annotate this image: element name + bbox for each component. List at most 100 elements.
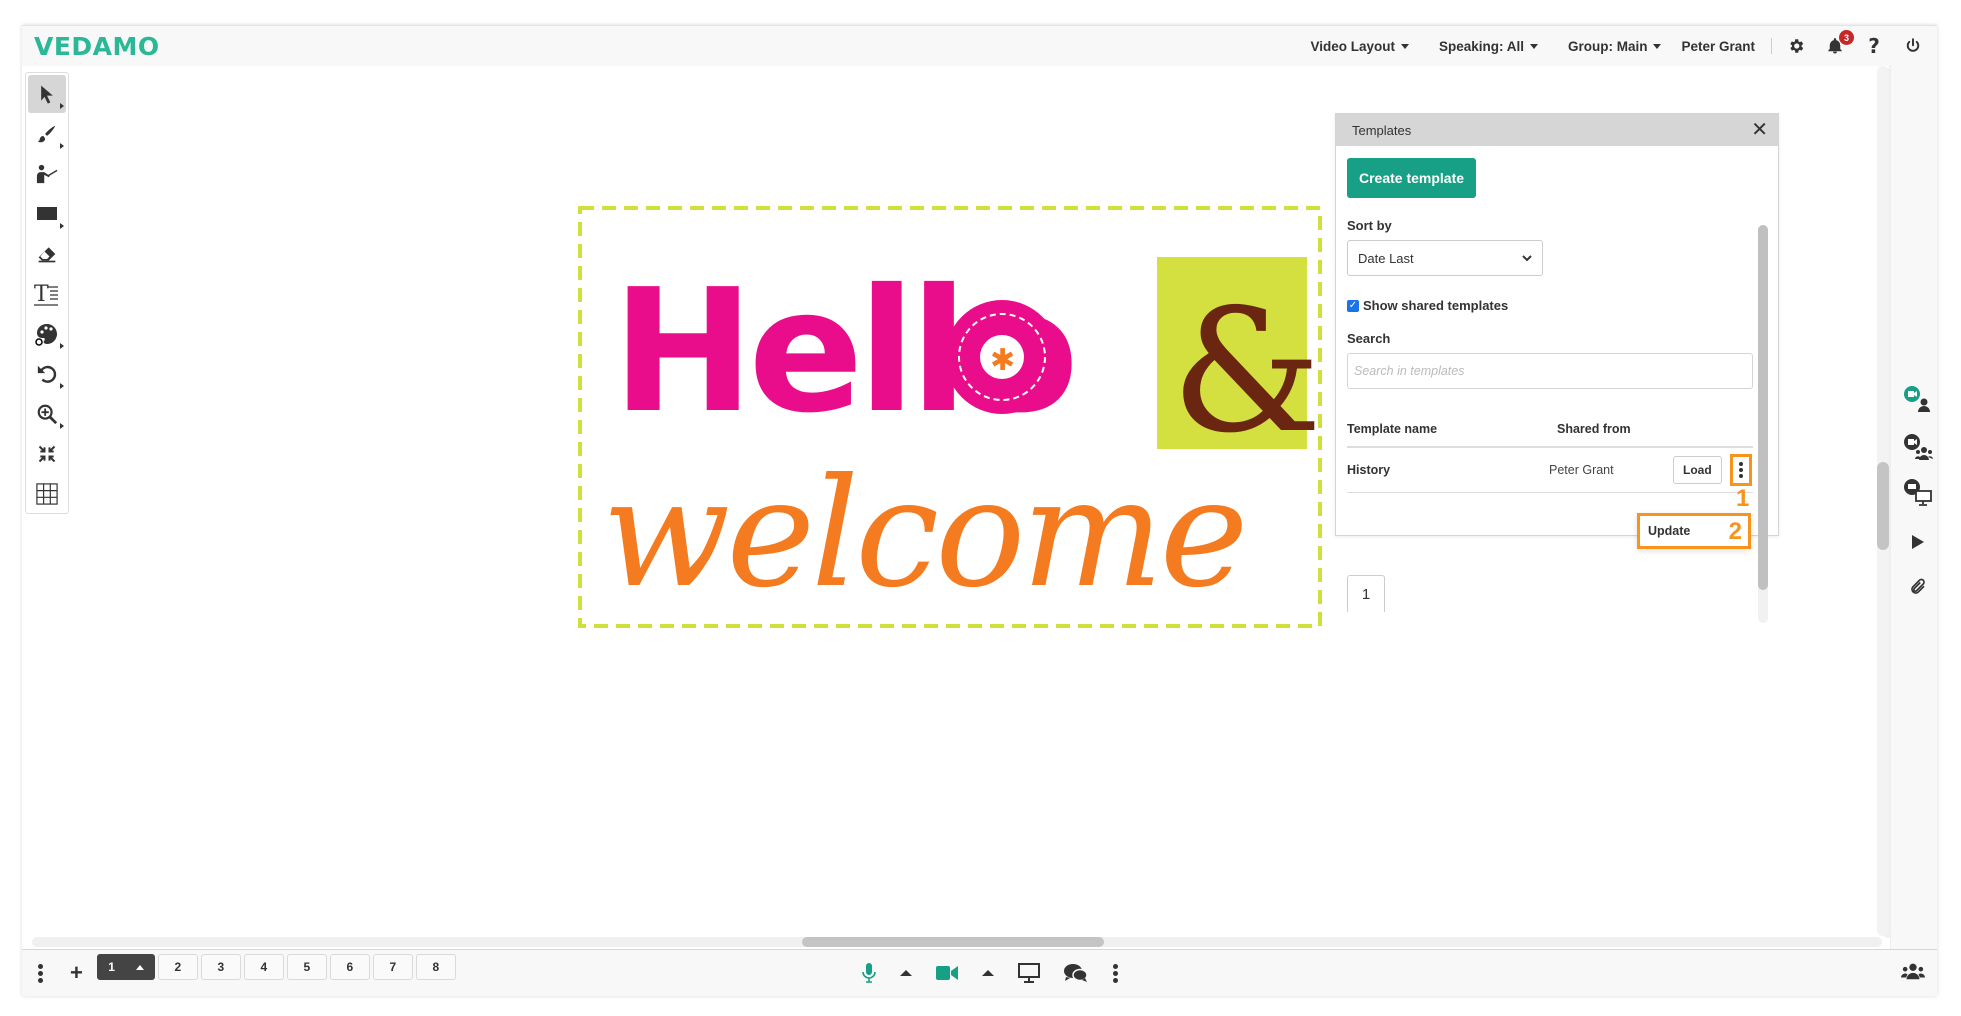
brush-tool[interactable] bbox=[28, 115, 66, 153]
video-screen-share-icon[interactable] bbox=[1903, 478, 1933, 508]
brush-icon bbox=[37, 125, 56, 143]
undo-icon bbox=[37, 365, 57, 383]
mic-options-caret-icon[interactable] bbox=[900, 970, 912, 976]
compress-icon bbox=[38, 445, 56, 463]
canvas-horizontal-scrollbar[interactable] bbox=[32, 937, 1882, 947]
speaking-menu[interactable]: Speaking: All bbox=[1439, 39, 1538, 54]
show-shared-label: Show shared templates bbox=[1363, 298, 1509, 313]
eraser-icon bbox=[38, 247, 56, 263]
drawing-toolbar: T bbox=[25, 72, 69, 514]
scrollbar-thumb[interactable] bbox=[1877, 462, 1889, 550]
group-label: Group: Main bbox=[1567, 38, 1648, 54]
shape-tool[interactable] bbox=[28, 195, 66, 233]
column-template-name: Template name bbox=[1347, 422, 1438, 436]
camera-icon[interactable] bbox=[936, 965, 958, 981]
grid-icon bbox=[36, 483, 58, 505]
camera-options-caret-icon[interactable] bbox=[982, 970, 994, 976]
pagination-page-1[interactable]: 1 bbox=[1347, 575, 1385, 612]
sort-by-label: Sort by bbox=[1347, 218, 1392, 233]
caret-down-icon bbox=[1400, 43, 1409, 49]
top-bar: VEDAMO Video Layout Speaking: All Group:… bbox=[22, 25, 1937, 67]
close-icon[interactable]: ✕ bbox=[1751, 120, 1768, 140]
search-input[interactable]: Search in templates bbox=[1347, 353, 1753, 389]
select-tool[interactable] bbox=[28, 75, 66, 113]
caret-up-icon[interactable] bbox=[135, 964, 144, 970]
text-icon: T bbox=[34, 282, 58, 307]
ampersand-text: & bbox=[1171, 273, 1322, 471]
speaking-label: Speaking: All bbox=[1438, 38, 1524, 54]
bell-icon[interactable]: 3 bbox=[1825, 30, 1854, 56]
app-window: VEDAMO Video Layout Speaking: All Group:… bbox=[22, 25, 1937, 996]
annotation-2: 2 bbox=[1728, 518, 1742, 545]
caret-down-icon bbox=[1529, 43, 1538, 49]
notification-badge: 3 bbox=[1839, 30, 1854, 45]
page-tab-8[interactable]: 8 bbox=[415, 954, 456, 980]
templates-scrollbar[interactable] bbox=[1758, 225, 1768, 623]
update-menu-item[interactable]: Update 2 bbox=[1637, 513, 1751, 549]
show-shared-checkbox[interactable]: ✓ bbox=[1347, 299, 1359, 312]
sort-by-select[interactable]: Date Last bbox=[1347, 240, 1543, 276]
svg-text:T: T bbox=[34, 282, 49, 307]
right-panel-scrollbar[interactable] bbox=[1877, 66, 1889, 936]
chat-icon[interactable] bbox=[1064, 963, 1088, 983]
templates-panel-header: Templates ✕ bbox=[1336, 114, 1778, 146]
load-button[interactable]: Load bbox=[1673, 456, 1722, 484]
scrollbar-thumb[interactable] bbox=[1758, 225, 1768, 590]
more-icon[interactable] bbox=[1112, 963, 1119, 984]
svg-text:✱: ✱ bbox=[990, 343, 1015, 378]
eraser-tool[interactable] bbox=[28, 235, 66, 273]
vedamo-logo: VEDAMO bbox=[34, 32, 160, 61]
page-tab-1[interactable]: 1 bbox=[96, 954, 155, 980]
annotation-1: 1 bbox=[1736, 485, 1750, 512]
page-tab-3[interactable]: 3 bbox=[200, 954, 241, 980]
video-layout-menu[interactable]: Video Layout bbox=[1310, 39, 1409, 54]
page-tab-7[interactable]: 7 bbox=[372, 954, 413, 980]
add-page-icon[interactable]: + bbox=[70, 960, 83, 986]
color-tool[interactable] bbox=[28, 315, 66, 353]
templates-panel: Templates ✕ Create template Sort by Date… bbox=[1335, 113, 1779, 623]
top-right-controls: Video Layout Speaking: All Group: Main P… bbox=[1280, 26, 1923, 66]
zoom-tool[interactable] bbox=[28, 395, 66, 433]
power-icon[interactable] bbox=[1903, 36, 1923, 56]
search-label: Search bbox=[1347, 331, 1391, 346]
video-group-icon[interactable] bbox=[1903, 432, 1933, 462]
page-tab-4[interactable]: 4 bbox=[243, 954, 284, 980]
help-icon[interactable]: ? bbox=[1864, 34, 1884, 58]
row-more-icon[interactable] bbox=[1729, 454, 1752, 486]
sort-by-value: Date Last bbox=[1358, 250, 1414, 266]
gear-icon[interactable] bbox=[1786, 36, 1806, 56]
search-placeholder: Search in templates bbox=[1354, 364, 1465, 378]
submenu-indicator bbox=[60, 103, 64, 109]
column-shared-from: Shared from bbox=[1557, 422, 1631, 436]
undo-tool[interactable] bbox=[28, 355, 66, 393]
user-name[interactable]: Peter Grant bbox=[1681, 39, 1755, 54]
divider bbox=[1771, 38, 1772, 54]
page-tab-2[interactable]: 2 bbox=[157, 954, 198, 980]
scrollbar-thumb[interactable] bbox=[802, 937, 1104, 947]
presenter-tool[interactable] bbox=[28, 155, 66, 193]
grid-tool[interactable] bbox=[28, 475, 66, 513]
group-menu[interactable]: Group: Main bbox=[1568, 39, 1662, 54]
hello-welcome-image[interactable]: Hello ✱ & welcome bbox=[577, 205, 1323, 629]
create-template-button[interactable]: Create template bbox=[1347, 158, 1477, 198]
monitor-icon[interactable] bbox=[1018, 963, 1040, 983]
table-row: History Peter Grant Load bbox=[1347, 448, 1753, 493]
bottom-bar: + 1 2 3 4 5 6 7 8 bbox=[22, 949, 1937, 996]
paperclip-icon[interactable] bbox=[1903, 572, 1933, 602]
play-icon[interactable] bbox=[1903, 527, 1933, 557]
participants-icon[interactable] bbox=[1901, 962, 1925, 985]
video-single-user-icon[interactable] bbox=[1903, 384, 1933, 414]
text-tool[interactable]: T bbox=[28, 275, 66, 313]
microphone-icon[interactable] bbox=[862, 963, 876, 983]
templates-panel-title: Templates bbox=[1352, 122, 1412, 138]
page-number: 1 bbox=[108, 960, 115, 974]
cursor-icon bbox=[41, 85, 53, 104]
page-tab-6[interactable]: 6 bbox=[329, 954, 370, 980]
more-options-icon[interactable] bbox=[32, 963, 48, 984]
template-name-cell: History bbox=[1347, 463, 1391, 477]
shared-from-cell: Peter Grant bbox=[1549, 463, 1614, 477]
page-tab-5[interactable]: 5 bbox=[286, 954, 327, 980]
rectangle-icon bbox=[37, 207, 57, 220]
fit-tool[interactable] bbox=[28, 435, 66, 473]
page-tabs: 1 2 3 4 5 6 7 8 bbox=[96, 954, 459, 980]
